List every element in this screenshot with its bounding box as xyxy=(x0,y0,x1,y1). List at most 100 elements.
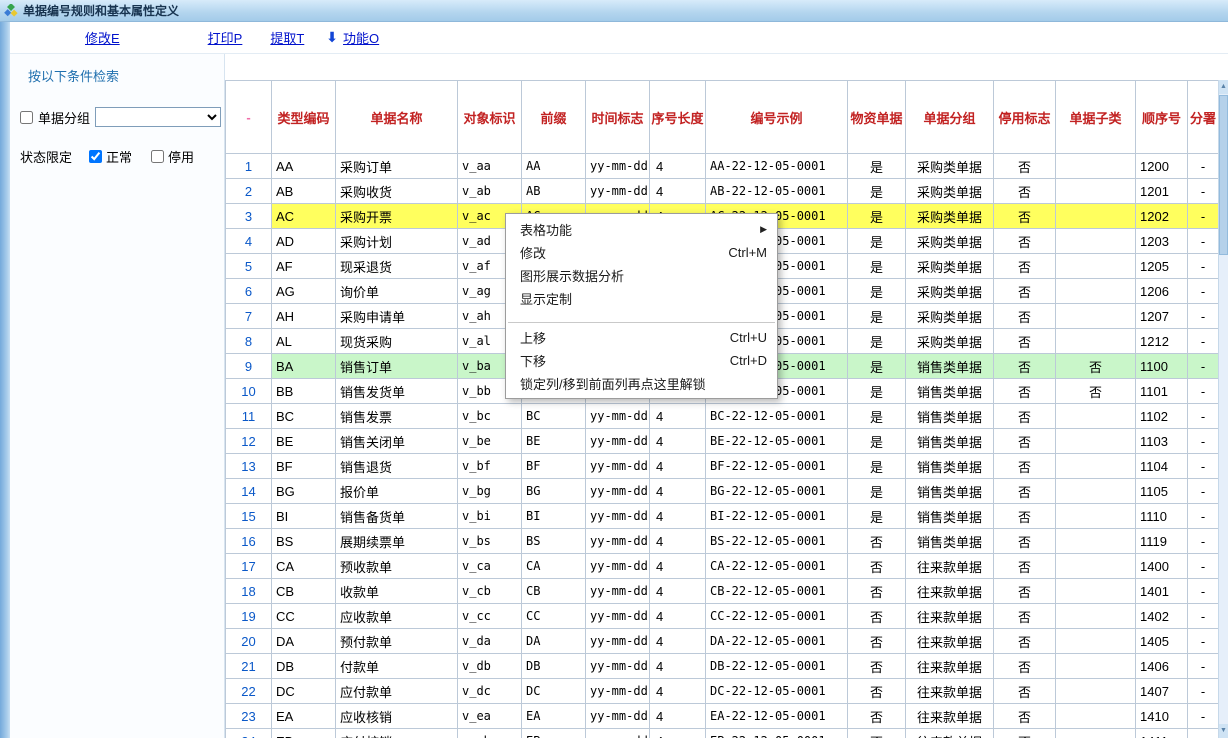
cell-subclass[interactable] xyxy=(1056,329,1136,354)
cell-material[interactable]: 是 xyxy=(848,204,906,229)
cell-subclass[interactable] xyxy=(1056,679,1136,704)
group-filter-checkbox[interactable] xyxy=(20,111,33,124)
table-row[interactable]: 18CB收款单v_cbCByy-mm-dd4CB-22-12-05-0001否往… xyxy=(226,579,1219,604)
cell-material[interactable]: 是 xyxy=(848,429,906,454)
cell-disabled[interactable]: 否 xyxy=(994,579,1056,604)
cell-num[interactable]: 3 xyxy=(226,204,272,229)
cell-subclass[interactable]: 否 xyxy=(1056,379,1136,404)
header-extra[interactable]: 分署 xyxy=(1188,81,1219,154)
cell-obj[interactable]: v_be xyxy=(458,429,522,454)
cell-seq[interactable]: 1207 xyxy=(1136,304,1188,329)
menu-item-table-functions[interactable]: 表格功能 ▶ xyxy=(506,218,777,241)
cell-prefix[interactable]: DC xyxy=(522,679,586,704)
scrollbar-thumb[interactable] xyxy=(1219,95,1228,255)
cell-disabled[interactable]: 否 xyxy=(994,329,1056,354)
cell-group[interactable]: 采购类单据 xyxy=(906,329,994,354)
cell-disabled[interactable]: 否 xyxy=(994,229,1056,254)
cell-group[interactable]: 销售类单据 xyxy=(906,479,994,504)
header-doc-group[interactable]: 单据分组 xyxy=(906,81,994,154)
cell-name[interactable]: 展期续票单 xyxy=(336,529,458,554)
cell-example[interactable]: BF-22-12-05-0001 xyxy=(706,454,848,479)
cell-code[interactable]: AF xyxy=(272,254,336,279)
cell-code[interactable]: CC xyxy=(272,604,336,629)
menu-item-move-down[interactable]: 下移 Ctrl+D xyxy=(506,349,777,372)
cell-name[interactable]: 应付款单 xyxy=(336,679,458,704)
cell-name[interactable]: 现货采购 xyxy=(336,329,458,354)
cell-subclass[interactable] xyxy=(1056,729,1136,738)
cell-material[interactable]: 否 xyxy=(848,704,906,729)
cell-code[interactable]: BG xyxy=(272,479,336,504)
cell-group[interactable]: 往来款单据 xyxy=(906,554,994,579)
cell-name[interactable]: 采购计划 xyxy=(336,229,458,254)
status-normal-checkbox[interactable] xyxy=(89,150,102,163)
menu-item-lock-column[interactable]: 锁定列/移到前面列再点这里解锁 xyxy=(506,372,777,395)
cell-num[interactable]: 23 xyxy=(226,704,272,729)
cell-timeflag[interactable]: yy-mm-dd xyxy=(586,154,650,179)
cell-extra[interactable]: - xyxy=(1188,529,1219,554)
cell-prefix[interactable]: CB xyxy=(522,579,586,604)
cell-disabled[interactable]: 否 xyxy=(994,379,1056,404)
cell-extra[interactable]: - xyxy=(1188,154,1219,179)
cell-example[interactable]: AB-22-12-05-0001 xyxy=(706,179,848,204)
cell-seq[interactable]: 1206 xyxy=(1136,279,1188,304)
cell-material[interactable]: 是 xyxy=(848,154,906,179)
cell-material[interactable]: 是 xyxy=(848,504,906,529)
cell-prefix[interactable]: BG xyxy=(522,479,586,504)
cell-timeflag[interactable]: yy-mm-dd xyxy=(586,604,650,629)
cell-extra[interactable]: - xyxy=(1188,579,1219,604)
cell-group[interactable]: 往来款单据 xyxy=(906,604,994,629)
cell-subclass[interactable] xyxy=(1056,654,1136,679)
cell-group[interactable]: 采购类单据 xyxy=(906,254,994,279)
table-row[interactable]: 12BE销售关闭单v_beBEyy-mm-dd4BE-22-12-05-0001… xyxy=(226,429,1219,454)
cell-name[interactable]: 应付核销 xyxy=(336,729,458,738)
cell-extra[interactable]: - xyxy=(1188,379,1219,404)
cell-timeflag[interactable]: yy-mm-dd xyxy=(586,429,650,454)
cell-num[interactable]: 14 xyxy=(226,479,272,504)
cell-subclass[interactable] xyxy=(1056,479,1136,504)
cell-code[interactable]: AC xyxy=(272,204,336,229)
cell-obj[interactable]: v_bi xyxy=(458,504,522,529)
cell-code[interactable]: AD xyxy=(272,229,336,254)
cell-seq[interactable]: 1110 xyxy=(1136,504,1188,529)
cell-disabled[interactable]: 否 xyxy=(994,704,1056,729)
cell-num[interactable]: 21 xyxy=(226,654,272,679)
cell-material[interactable]: 是 xyxy=(848,179,906,204)
cell-example[interactable]: CC-22-12-05-0001 xyxy=(706,604,848,629)
cell-name[interactable]: 收款单 xyxy=(336,579,458,604)
cell-name[interactable]: 销售备货单 xyxy=(336,504,458,529)
cell-subclass[interactable] xyxy=(1056,429,1136,454)
cell-len[interactable]: 4 xyxy=(650,429,706,454)
cell-disabled[interactable]: 否 xyxy=(994,279,1056,304)
cell-seq[interactable]: 1407 xyxy=(1136,679,1188,704)
cell-timeflag[interactable]: yy-mm-dd xyxy=(586,504,650,529)
cell-name[interactable]: 采购申请单 xyxy=(336,304,458,329)
cell-len[interactable]: 4 xyxy=(650,654,706,679)
cell-subclass[interactable] xyxy=(1056,604,1136,629)
header-number-example[interactable]: 编号示例 xyxy=(706,81,848,154)
cell-disabled[interactable]: 否 xyxy=(994,529,1056,554)
cell-len[interactable]: 4 xyxy=(650,504,706,529)
cell-obj[interactable]: v_da xyxy=(458,629,522,654)
cell-subclass[interactable]: 否 xyxy=(1056,354,1136,379)
cell-num[interactable]: 16 xyxy=(226,529,272,554)
cell-num[interactable]: 11 xyxy=(226,404,272,429)
cell-group[interactable]: 销售类单据 xyxy=(906,404,994,429)
cell-name[interactable]: 预收款单 xyxy=(336,554,458,579)
cell-len[interactable]: 4 xyxy=(650,179,706,204)
cell-prefix[interactable]: BI xyxy=(522,504,586,529)
cell-disabled[interactable]: 否 xyxy=(994,479,1056,504)
cell-material[interactable]: 否 xyxy=(848,529,906,554)
table-row[interactable]: 21DB付款单v_dbDByy-mm-dd4DB-22-12-05-0001否往… xyxy=(226,654,1219,679)
cell-len[interactable]: 4 xyxy=(650,479,706,504)
cell-obj[interactable]: v_aa xyxy=(458,154,522,179)
cell-code[interactable]: BA xyxy=(272,354,336,379)
cell-timeflag[interactable]: yy-mm-dd xyxy=(586,479,650,504)
cell-disabled[interactable]: 否 xyxy=(994,304,1056,329)
cell-obj[interactable]: v_bc xyxy=(458,404,522,429)
cell-prefix[interactable]: AA xyxy=(522,154,586,179)
cell-subclass[interactable] xyxy=(1056,229,1136,254)
cell-name[interactable]: 报价单 xyxy=(336,479,458,504)
cell-seq[interactable]: 1212 xyxy=(1136,329,1188,354)
cell-example[interactable]: BE-22-12-05-0001 xyxy=(706,429,848,454)
cell-timeflag[interactable]: yy-mm-dd xyxy=(586,529,650,554)
